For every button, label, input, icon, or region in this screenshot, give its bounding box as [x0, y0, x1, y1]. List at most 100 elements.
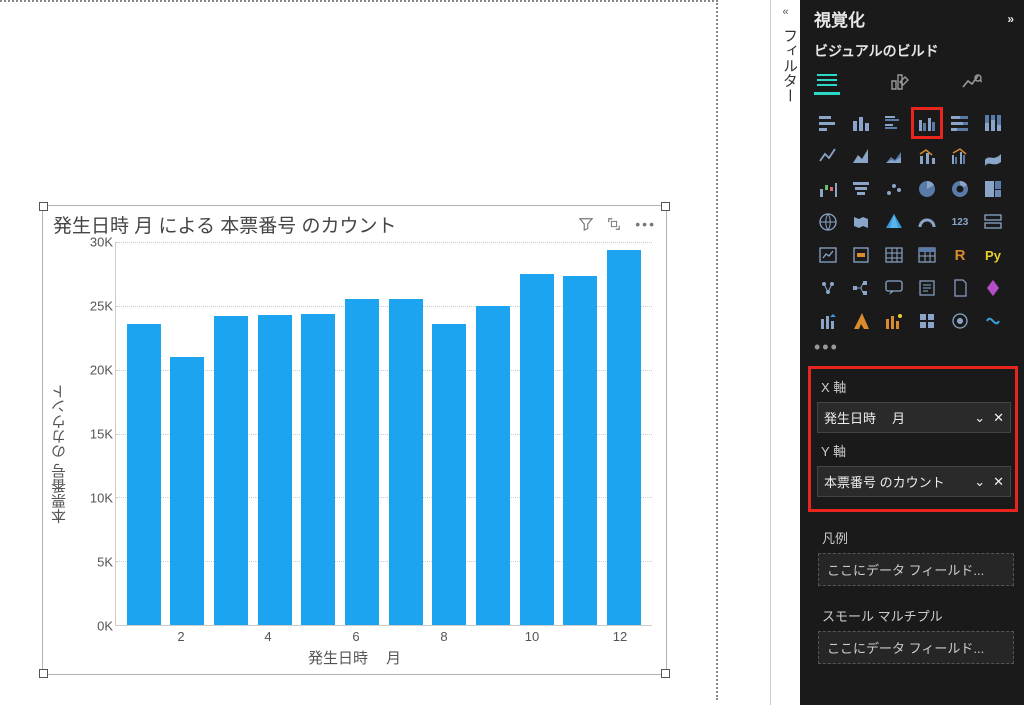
power-apps-icon[interactable] — [979, 274, 1007, 302]
filters-label: フィルター — [771, 28, 800, 103]
x-field-value-b: 月 — [892, 408, 905, 427]
sparkline-icon[interactable] — [880, 307, 908, 335]
table-icon[interactable] — [880, 241, 908, 269]
legend-field-well[interactable]: ここにデータ フィールド... — [818, 553, 1014, 586]
filled-map-icon[interactable] — [847, 208, 875, 236]
x-axis-section-label: X 軸 — [817, 373, 1011, 402]
y-tick: 15K — [87, 427, 113, 442]
key-influencers-icon[interactable] — [814, 274, 842, 302]
x-tick: 12 — [613, 629, 627, 644]
stacked-column-100-icon[interactable] — [979, 109, 1007, 137]
expand-filters-icon[interactable]: « — [771, 6, 800, 18]
legend-section-label: 凡例 — [818, 524, 1014, 553]
build-visual-label: ビジュアルのビルド — [800, 37, 1024, 67]
funnel-chart-icon[interactable] — [847, 175, 875, 203]
x-tick: 4 — [264, 629, 271, 644]
card-label: 123 — [952, 217, 969, 228]
expand-panel-icon[interactable]: » — [1007, 12, 1014, 26]
filter-icon[interactable] — [579, 217, 593, 231]
stacked-column-icon[interactable] — [847, 109, 875, 137]
report-canvas[interactable]: 発生日時 月 による 本票番号 のカウント ••• 本票番号 のカウント 30K… — [0, 0, 718, 705]
bar[interactable] — [432, 324, 466, 625]
visual-type-gallery: 123 R Py — [800, 103, 1024, 337]
chart-visual-tile[interactable]: 発生日時 月 による 本票番号 のカウント ••• 本票番号 のカウント 30K… — [42, 205, 667, 675]
y-axis-field-well[interactable]: 本票番号 のカウント ⌄ ✕ — [817, 466, 1011, 497]
clustered-column-icon[interactable] — [913, 109, 941, 137]
chevron-down-icon[interactable]: ⌄ — [974, 474, 985, 490]
bar[interactable] — [389, 299, 423, 625]
python-visual-icon[interactable]: Py — [979, 241, 1007, 269]
small-multiples-well[interactable]: ここにデータ フィールド... — [818, 631, 1014, 664]
pie-chart-icon[interactable] — [913, 175, 941, 203]
remove-field-icon[interactable]: ✕ — [993, 410, 1004, 426]
line-stacked-column-icon[interactable] — [913, 142, 941, 170]
r-visual-icon[interactable]: R — [946, 241, 974, 269]
bar[interactable] — [214, 316, 248, 625]
bar[interactable] — [607, 250, 641, 625]
stacked-bar-horizontal-icon[interactable] — [814, 109, 842, 137]
bar[interactable] — [520, 274, 554, 625]
bar[interactable] — [170, 357, 204, 625]
y-tick: 10K — [87, 491, 113, 506]
bar[interactable] — [476, 306, 510, 625]
treemap-icon[interactable] — [979, 175, 1007, 203]
decomposition-tree-icon[interactable] — [847, 274, 875, 302]
map-icon[interactable] — [814, 208, 842, 236]
more-visuals-ellipsis[interactable]: ••• — [800, 337, 1024, 362]
paginated-report-icon[interactable] — [946, 274, 974, 302]
x-axis-field-well[interactable]: 発生日時 月 ⌄ ✕ — [817, 402, 1011, 433]
line-chart-icon[interactable] — [814, 142, 842, 170]
y-axis-title: 本票番号 のカウント — [49, 384, 70, 523]
custom-visual-1-icon[interactable] — [913, 307, 941, 335]
bar[interactable] — [345, 299, 379, 625]
y-tick: 20K — [87, 362, 113, 377]
remove-field-icon[interactable]: ✕ — [993, 474, 1004, 490]
bar[interactable] — [301, 314, 335, 626]
bar[interactable] — [563, 276, 597, 625]
chart-body: 本票番号 のカウント 30K 25K 20K 15K 10K 5K 0K 2 4… — [43, 238, 666, 670]
stacked-bar-100-icon[interactable] — [946, 109, 974, 137]
chevron-down-icon[interactable]: ⌄ — [974, 410, 985, 426]
qa-visual-icon[interactable] — [880, 274, 908, 302]
scatter-chart-icon[interactable] — [880, 175, 908, 203]
visual-header: 発生日時 月 による 本票番号 のカウント ••• — [43, 206, 666, 238]
more-options-icon[interactable]: ••• — [635, 216, 656, 232]
ribbon-chart-icon[interactable] — [979, 142, 1007, 170]
y-tick: 25K — [87, 299, 113, 314]
filters-panel-collapsed[interactable]: « フィルター — [770, 0, 800, 705]
arcgis-icon[interactable] — [847, 307, 875, 335]
tab-format-visual[interactable] — [886, 69, 912, 95]
y-tick: 0K — [87, 619, 113, 634]
waterfall-chart-icon[interactable] — [814, 175, 842, 203]
focus-mode-icon[interactable] — [607, 217, 621, 231]
clustered-bar-icon[interactable] — [880, 109, 908, 137]
donut-chart-icon[interactable] — [946, 175, 974, 203]
get-more-visuals-icon[interactable] — [979, 307, 1007, 335]
bar[interactable] — [258, 315, 292, 625]
area-chart-icon[interactable] — [847, 142, 875, 170]
azure-map-icon[interactable] — [880, 208, 908, 236]
bar[interactable] — [127, 324, 161, 625]
y-tick: 5K — [87, 554, 113, 569]
card-icon[interactable]: 123 — [946, 208, 974, 236]
panel-title: 視覚化 — [814, 6, 865, 31]
slicer-icon[interactable] — [847, 241, 875, 269]
y-field-value: 本票番号 のカウント — [824, 472, 945, 491]
x-axis-title: 発生日時 月 — [43, 647, 666, 668]
kpi-icon[interactable] — [814, 241, 842, 269]
gauge-icon[interactable] — [913, 208, 941, 236]
smart-narrative-icon[interactable] — [913, 274, 941, 302]
power-automate-icon[interactable] — [814, 307, 842, 335]
x-axis-title-b: 月 — [386, 647, 401, 668]
multi-row-card-icon[interactable] — [979, 208, 1007, 236]
y-axis-section-label: Y 軸 — [817, 437, 1011, 466]
line-clustered-column-icon[interactable] — [946, 142, 974, 170]
matrix-icon[interactable] — [913, 241, 941, 269]
legend-section: 凡例 ここにデータ フィールド... — [808, 518, 1018, 590]
x-tick: 10 — [525, 629, 539, 644]
stacked-area-icon[interactable] — [880, 142, 908, 170]
field-wells-highlighted: X 軸 発生日時 月 ⌄ ✕ Y 軸 本票番号 のカウント ⌄ ✕ — [808, 366, 1018, 512]
custom-visual-2-icon[interactable] — [946, 307, 974, 335]
tab-analytics[interactable] — [958, 69, 984, 95]
tab-build-visual[interactable] — [814, 69, 840, 95]
